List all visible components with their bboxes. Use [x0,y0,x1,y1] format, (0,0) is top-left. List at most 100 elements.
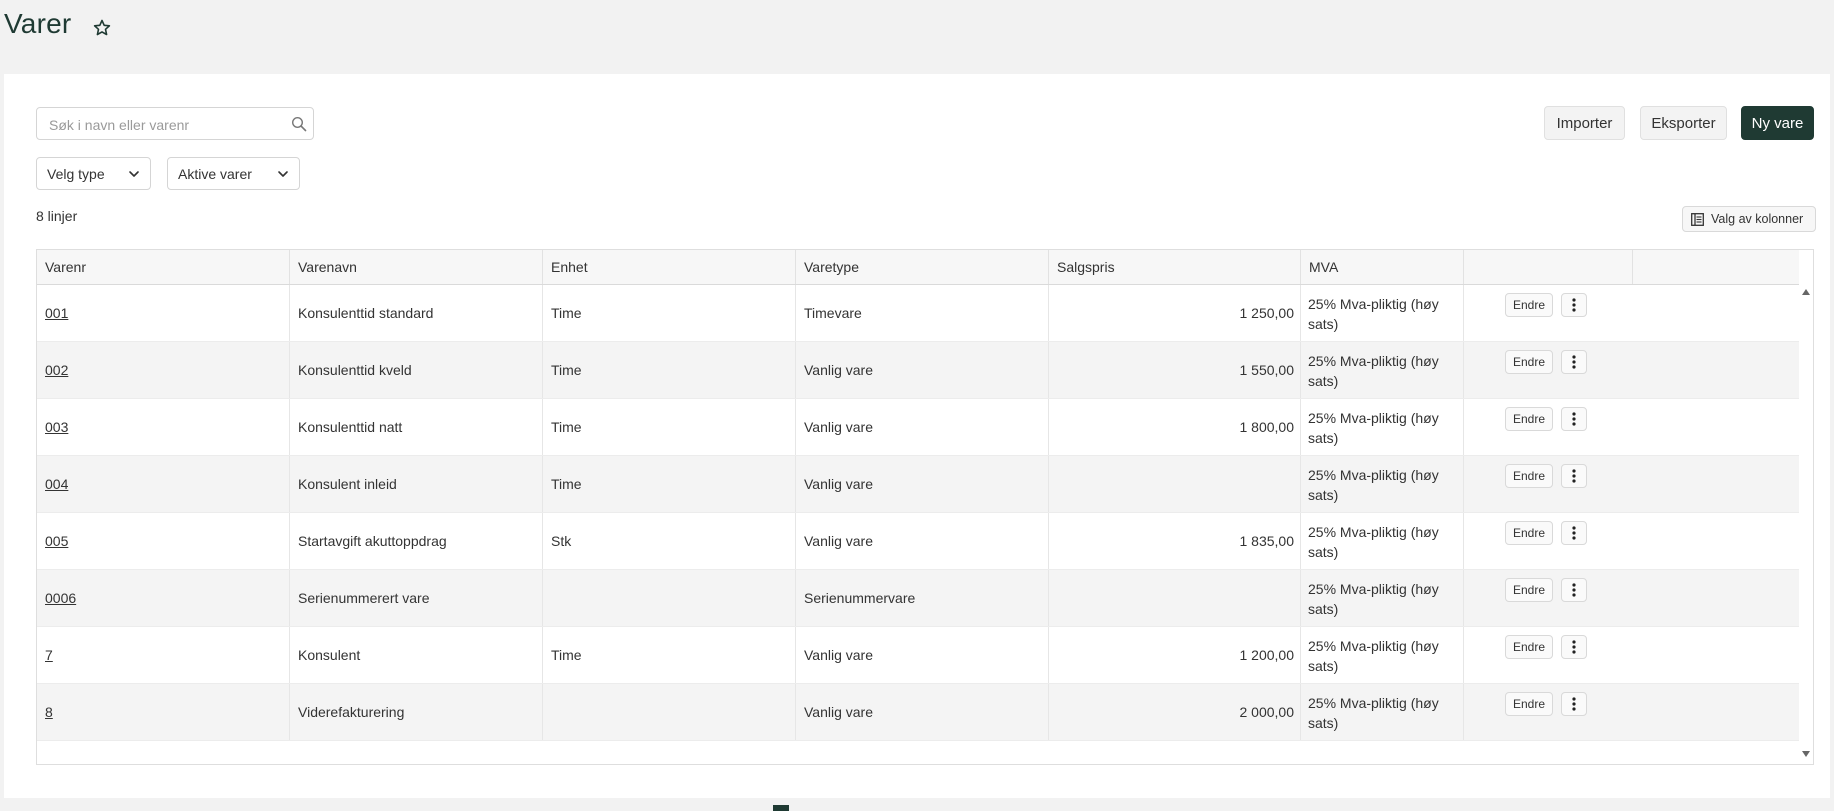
edit-button[interactable]: Endre [1505,635,1553,659]
cell-actions: Endre [1464,627,1633,683]
item-number-link[interactable]: 0006 [45,590,76,606]
row-menu-button[interactable] [1561,521,1587,545]
item-number-link[interactable]: 004 [45,476,68,492]
cell-varenavn: Viderefakturering [290,684,543,740]
cell-salgspris: 1 200,00 [1049,627,1301,683]
cell-salgspris: 2 000,00 [1049,684,1301,740]
cell-varenr: 0006 [37,570,290,626]
cell-varenr: 003 [37,399,290,455]
column-header-actions [1464,250,1633,284]
type-filter-label: Velg type [47,166,105,182]
kebab-menu-icon [1572,583,1576,597]
column-chooser-button[interactable]: Valg av kolonner [1682,206,1816,232]
cell-enhet [543,570,796,626]
line-count: 8 linjer [36,208,78,224]
cell-actions: Endre [1464,399,1633,455]
items-table: Varenr Varenavn Enhet Varetype Salgspris… [36,249,1814,765]
cell-varenr: 005 [37,513,290,569]
cell-enhet: Time [543,627,796,683]
cell-varenavn: Startavgift akuttoppdrag [290,513,543,569]
export-button[interactable]: Eksporter [1640,106,1727,140]
cell-mva: 25% Mva-pliktig (høy sats) [1301,627,1464,683]
cell-salgspris: 1 250,00 [1049,285,1301,341]
page-header: Varer [0,0,1834,60]
cell-actions: Endre [1464,570,1633,626]
type-filter-dropdown[interactable]: Velg type [36,157,151,190]
item-number-link[interactable]: 005 [45,533,68,549]
content-card: Importer Eksporter Ny vare Velg type Akt… [4,74,1830,798]
search-box[interactable] [36,107,314,141]
search-icon[interactable] [291,116,307,132]
kebab-menu-icon [1572,298,1576,312]
edit-button[interactable]: Endre [1505,521,1553,545]
edit-button[interactable]: Endre [1505,407,1553,431]
page-title: Varer [4,8,72,39]
item-number-link[interactable]: 001 [45,305,68,321]
cell-salgspris [1049,456,1301,512]
columns-icon [1691,213,1704,226]
cell-actions: Endre [1464,456,1633,512]
cell-varetype: Serienummervare [796,570,1049,626]
edit-button[interactable]: Endre [1505,692,1553,716]
kebab-menu-icon [1572,412,1576,426]
edit-button[interactable]: Endre [1505,293,1553,317]
row-menu-button[interactable] [1561,350,1587,374]
cell-varenr: 7 [37,627,290,683]
row-menu-button[interactable] [1561,464,1587,488]
column-header-varenr[interactable]: Varenr [37,250,290,284]
item-number-link[interactable]: 8 [45,704,53,720]
star-icon[interactable] [92,18,112,38]
import-button[interactable]: Importer [1544,106,1625,140]
item-number-link[interactable]: 002 [45,362,68,378]
row-menu-button[interactable] [1561,635,1587,659]
cell-salgspris: 1 800,00 [1049,399,1301,455]
table-row: 001 Konsulenttid standard Time Timevare … [37,285,1799,342]
cell-mva: 25% Mva-pliktig (høy sats) [1301,513,1464,569]
kebab-menu-icon [1572,469,1576,483]
status-filter-dropdown[interactable]: Aktive varer [167,157,300,190]
cell-enhet [543,684,796,740]
row-menu-button[interactable] [1561,407,1587,431]
column-header-enhet[interactable]: Enhet [543,250,796,284]
cell-varetype: Vanlig vare [796,513,1049,569]
item-number-link[interactable]: 7 [45,647,53,663]
column-header-varetype[interactable]: Varetype [796,250,1049,284]
cell-actions: Endre [1464,285,1633,341]
row-menu-button[interactable] [1561,692,1587,716]
cell-salgspris [1049,570,1301,626]
cell-varetype: Vanlig vare [796,342,1049,398]
column-header-salgspris[interactable]: Salgspris [1049,250,1301,284]
edit-button[interactable]: Endre [1505,578,1553,602]
new-item-button[interactable]: Ny vare [1741,106,1814,140]
table-row: 8 Viderefakturering Vanlig vare 2 000,00… [37,684,1799,741]
item-number-link[interactable]: 003 [45,419,68,435]
cell-varenr: 004 [37,456,290,512]
cell-varenavn: Serienummerert vare [290,570,543,626]
cell-mva: 25% Mva-pliktig (høy sats) [1301,456,1464,512]
cell-varenr: 8 [37,684,290,740]
cell-varenavn: Konsulent [290,627,543,683]
cell-varetype: Vanlig vare [796,399,1049,455]
scroll-up-icon[interactable] [1802,289,1810,295]
table-row: 0006 Serienummerert vare Serienummervare… [37,570,1799,627]
kebab-menu-icon [1572,697,1576,711]
table-header: Varenr Varenavn Enhet Varetype Salgspris… [37,250,1799,285]
cell-enhet: Time [543,342,796,398]
column-chooser-label: Valg av kolonner [1711,212,1804,226]
chevron-down-icon [129,171,139,177]
chevron-down-icon [278,171,288,177]
edit-button[interactable]: Endre [1505,464,1553,488]
bottom-indicator [773,805,789,811]
edit-button[interactable]: Endre [1505,350,1553,374]
status-filter-label: Aktive varer [178,166,252,182]
column-header-mva[interactable]: MVA [1301,250,1464,284]
row-menu-button[interactable] [1561,578,1587,602]
scroll-down-icon[interactable] [1802,751,1810,757]
cell-varenr: 001 [37,285,290,341]
column-header-varenavn[interactable]: Varenavn [290,250,543,284]
cell-mva: 25% Mva-pliktig (høy sats) [1301,342,1464,398]
vertical-scrollbar[interactable] [1799,285,1813,764]
row-menu-button[interactable] [1561,293,1587,317]
search-input[interactable] [47,108,281,141]
cell-varetype: Vanlig vare [796,456,1049,512]
